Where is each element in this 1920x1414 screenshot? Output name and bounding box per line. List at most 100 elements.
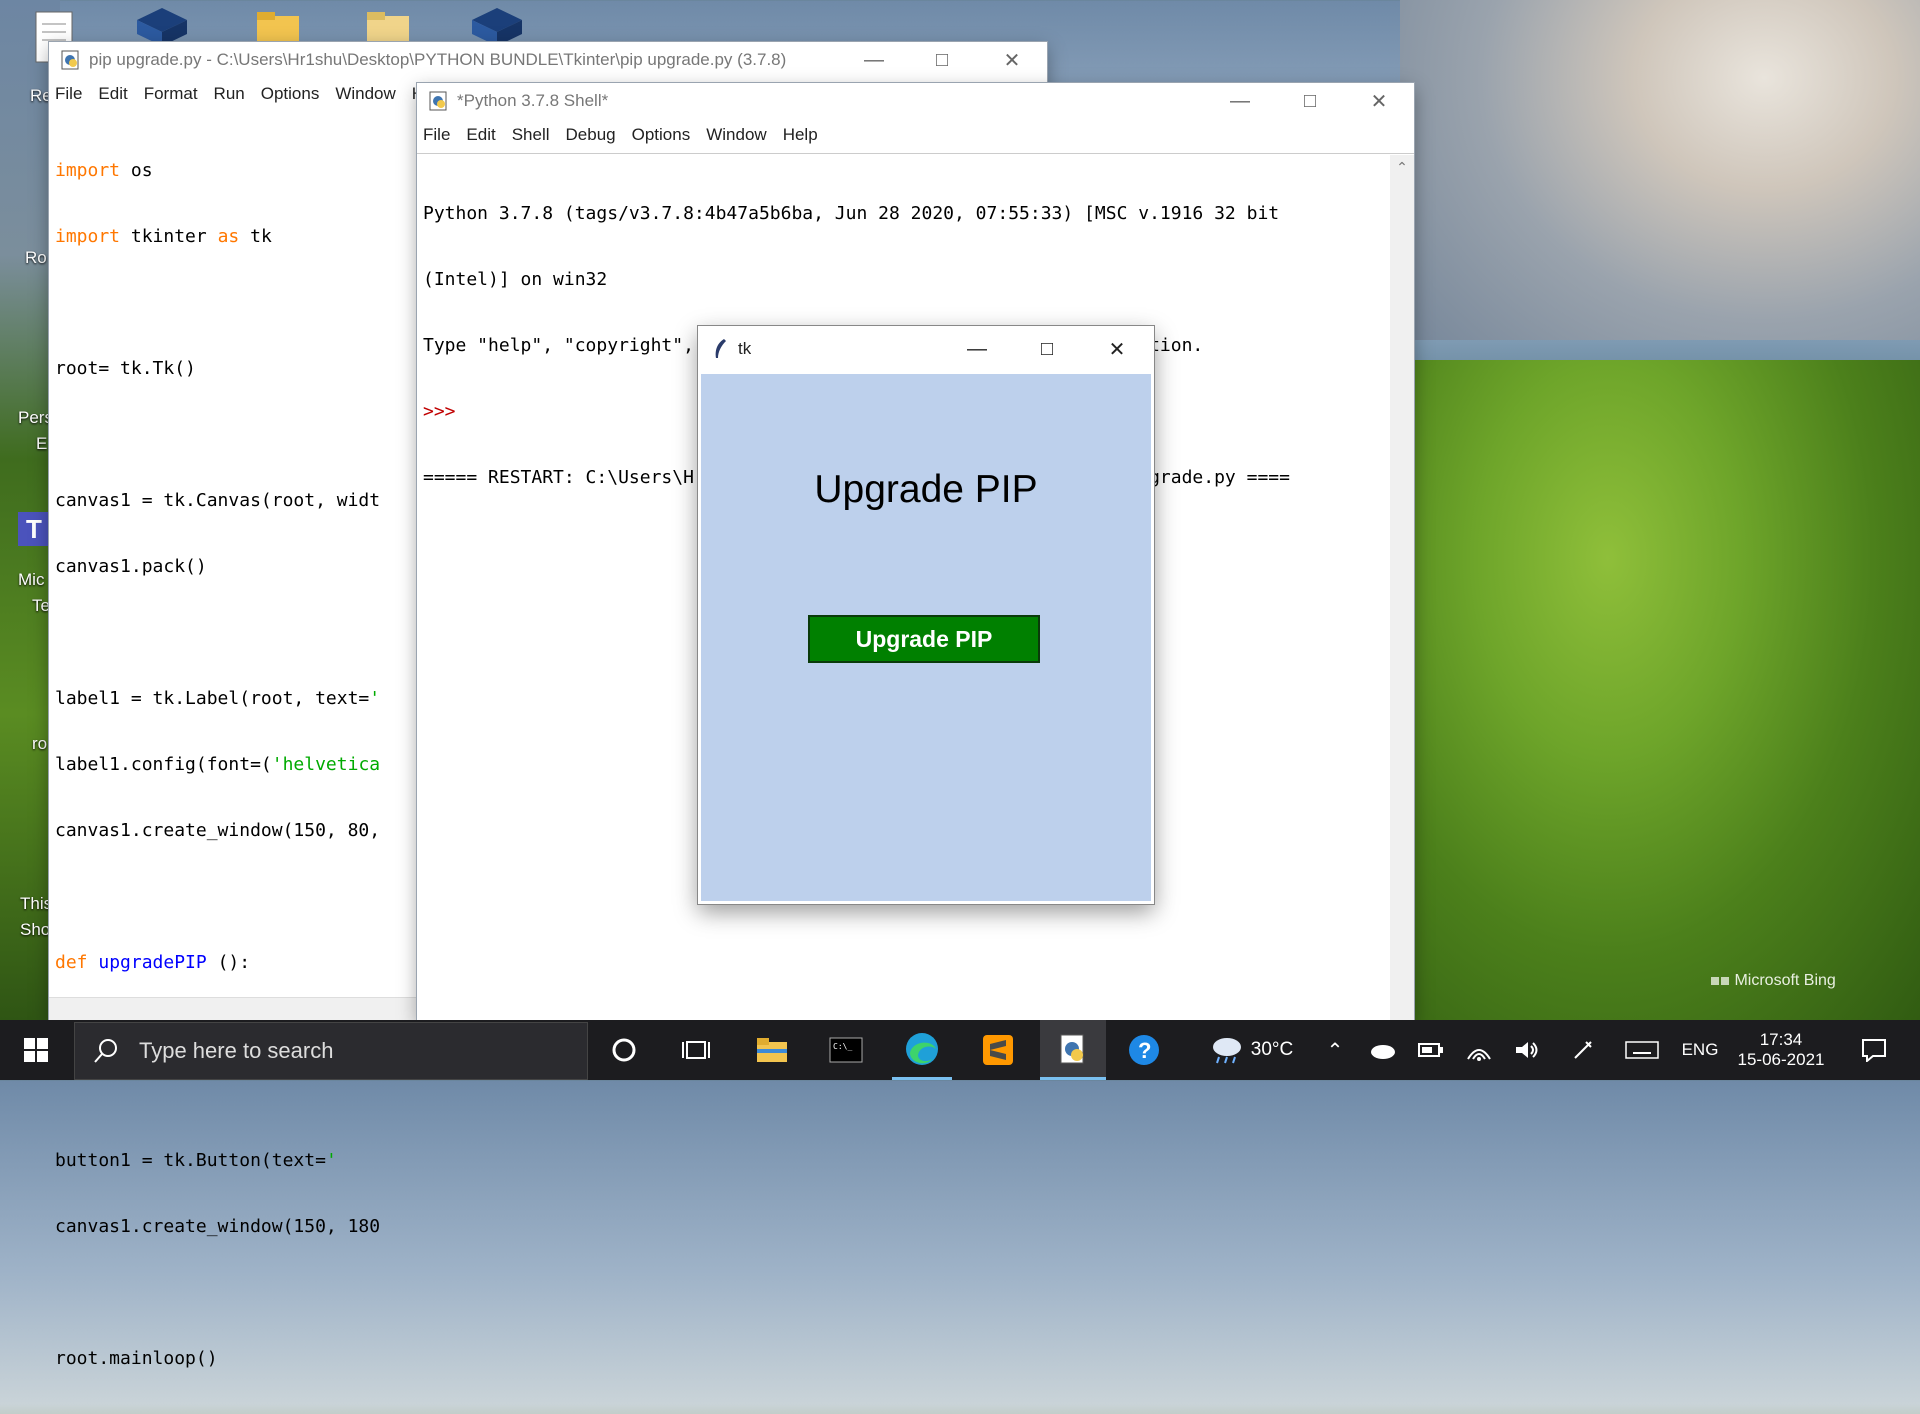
editor-menu-edit[interactable]: Edit — [98, 84, 127, 104]
python-file-icon — [61, 50, 79, 70]
desktop-label-ro2[interactable]: ro — [32, 734, 47, 754]
help-taskbar-button[interactable]: ? — [1116, 1020, 1172, 1080]
shell-close-button[interactable]: ✕ — [1344, 83, 1414, 119]
speaker-icon — [1516, 1042, 1538, 1058]
edge-taskbar-button[interactable] — [892, 1020, 952, 1080]
scroll-up-icon[interactable]: ⌃ — [1390, 159, 1414, 176]
editor-menu-window[interactable]: Window — [335, 84, 395, 104]
pen-tray-button[interactable] — [1566, 1020, 1600, 1080]
weather-widget[interactable]: 30°C — [1196, 1020, 1306, 1080]
editor-code-area[interactable]: import os import tkinter as tk root= tk.… — [55, 116, 415, 1414]
keyboard-icon — [1625, 1041, 1659, 1059]
code-line: root.mainloop() — [55, 1348, 218, 1369]
task-view-icon — [682, 1041, 710, 1059]
pen-icon — [1574, 1041, 1592, 1059]
code-line: canvas1 = tk.Canvas(root, widt — [55, 490, 381, 511]
cloud-icon — [1371, 1045, 1395, 1059]
desktop-hills — [1400, 360, 1920, 1020]
tk-minimize-button[interactable]: — — [944, 326, 1010, 372]
code-line: label1 = tk.Label(root, text=' — [55, 688, 381, 709]
edge-icon — [906, 1032, 938, 1065]
shell-menu-debug[interactable]: Debug — [566, 125, 616, 145]
file-explorer-taskbar-button[interactable] — [742, 1020, 802, 1080]
desktop-label-e[interactable]: E — [36, 434, 47, 454]
desktop-label-ro[interactable]: Ro — [25, 248, 47, 268]
code-line: button1 = tk.Button(text=' — [55, 1150, 337, 1171]
keyboard-tray-button[interactable] — [1622, 1020, 1662, 1080]
feather-icon — [715, 339, 726, 358]
shell-menu-file[interactable]: File — [423, 125, 450, 145]
shell-vscrollbar[interactable]: ⌃ — [1390, 155, 1414, 1020]
shell-menu-options[interactable]: Options — [632, 125, 691, 145]
terminal-icon: C:\_ — [829, 1037, 863, 1063]
taskbar-search-box[interactable]: Type here to search — [74, 1022, 588, 1080]
tk-maximize-button[interactable]: □ — [1014, 326, 1080, 372]
editor-hscrollbar[interactable] — [49, 997, 419, 1020]
volume-tray-button[interactable] — [1510, 1020, 1544, 1080]
code-line: def upgradePIP (): — [55, 952, 251, 973]
desktop-label-te[interactable]: Te — [32, 596, 50, 616]
code-line: import tkinter as tk — [55, 226, 272, 247]
editor-menu-format[interactable]: Format — [144, 84, 198, 104]
start-button[interactable] — [0, 1020, 72, 1080]
windows-logo-icon — [24, 1038, 48, 1062]
shell-menu-window[interactable]: Window — [706, 125, 766, 145]
language-text: ENG — [1681, 1040, 1719, 1059]
battery-tray-button[interactable] — [1414, 1020, 1448, 1080]
desktop-sky — [1400, 0, 1920, 390]
bing-watermark-text: Microsoft Bing — [1734, 972, 1836, 989]
shell-menubar: File Edit Shell Debug Options Window Hel… — [417, 119, 1414, 151]
tk-close-button[interactable]: ✕ — [1084, 326, 1150, 372]
clock-time: 17:34 — [1759, 1030, 1803, 1049]
editor-maximize-button[interactable]: □ — [907, 42, 977, 78]
sublime-icon — [983, 1035, 1013, 1065]
tk-title: tk — [738, 339, 752, 358]
editor-close-button[interactable]: ✕ — [977, 42, 1047, 78]
search-placeholder: Type here to search — [139, 1038, 334, 1063]
editor-menu-run[interactable]: Run — [214, 84, 245, 104]
sublime-taskbar-button[interactable] — [968, 1020, 1028, 1080]
language-indicator[interactable]: ENG — [1680, 1020, 1720, 1080]
folder-icon — [757, 1038, 787, 1062]
shell-menu-help[interactable]: Help — [783, 125, 818, 145]
desktop-label-sho[interactable]: Sho — [20, 920, 50, 940]
wifi-tray-button[interactable] — [1462, 1020, 1496, 1080]
clock-date: 15-06-2021 — [1737, 1050, 1825, 1069]
clock[interactable]: 17:34 15-06-2021 — [1726, 1020, 1836, 1080]
cortana-button[interactable] — [596, 1020, 652, 1080]
tk-label: Upgrade PIP — [814, 468, 1038, 511]
shell-divider — [417, 153, 1414, 154]
code-line: label1.config(font=('helvetica — [55, 754, 381, 775]
show-hidden-icons-button[interactable]: ⌃ — [1320, 1020, 1350, 1080]
shell-minimize-button[interactable]: — — [1205, 83, 1275, 119]
code-line: canvas1.create_window(150, 80, — [55, 820, 381, 841]
shell-menu-shell[interactable]: Shell — [512, 125, 550, 145]
shell-menu-edit[interactable]: Edit — [466, 125, 495, 145]
shell-line: Python 3.7.8 (tags/v3.7.8:4b47a5b6ba, Ju… — [423, 203, 1280, 224]
task-view-button[interactable] — [666, 1020, 726, 1080]
tk-window: tk — □ ✕ Upgrade PIP Upgrade PIP — [698, 326, 1154, 904]
notifications-button[interactable] — [1844, 1020, 1904, 1080]
code-line: canvas1.create_window(150, 180 — [55, 1216, 381, 1237]
taskbar: Type here to search C:\_ ? 30°C ⌃ ENG 17… — [0, 1020, 1920, 1080]
tk-canvas: Upgrade PIP Upgrade PIP — [701, 374, 1151, 901]
onedrive-tray-button[interactable] — [1366, 1020, 1400, 1080]
code-line: canvas1.pack() — [55, 556, 207, 577]
shell-maximize-button[interactable]: □ — [1275, 83, 1345, 119]
teams-desktop-icon[interactable]: T — [18, 512, 50, 546]
editor-menu-file[interactable]: File — [55, 84, 82, 104]
desktop-label-mic[interactable]: Mic — [18, 570, 44, 590]
terminal-taskbar-button[interactable]: C:\_ — [816, 1020, 876, 1080]
editor-minimize-button[interactable]: — — [839, 42, 909, 78]
editor-menu-options[interactable]: Options — [261, 84, 320, 104]
desktop-label-this[interactable]: This — [20, 894, 52, 914]
upgrade-pip-button[interactable]: Upgrade PIP — [808, 615, 1040, 663]
search-icon — [94, 1039, 117, 1063]
idle-taskbar-button[interactable] — [1040, 1020, 1106, 1080]
svg-text:C:\_: C:\_ — [833, 1042, 852, 1051]
desktop-label-pers[interactable]: Pers — [18, 408, 53, 428]
